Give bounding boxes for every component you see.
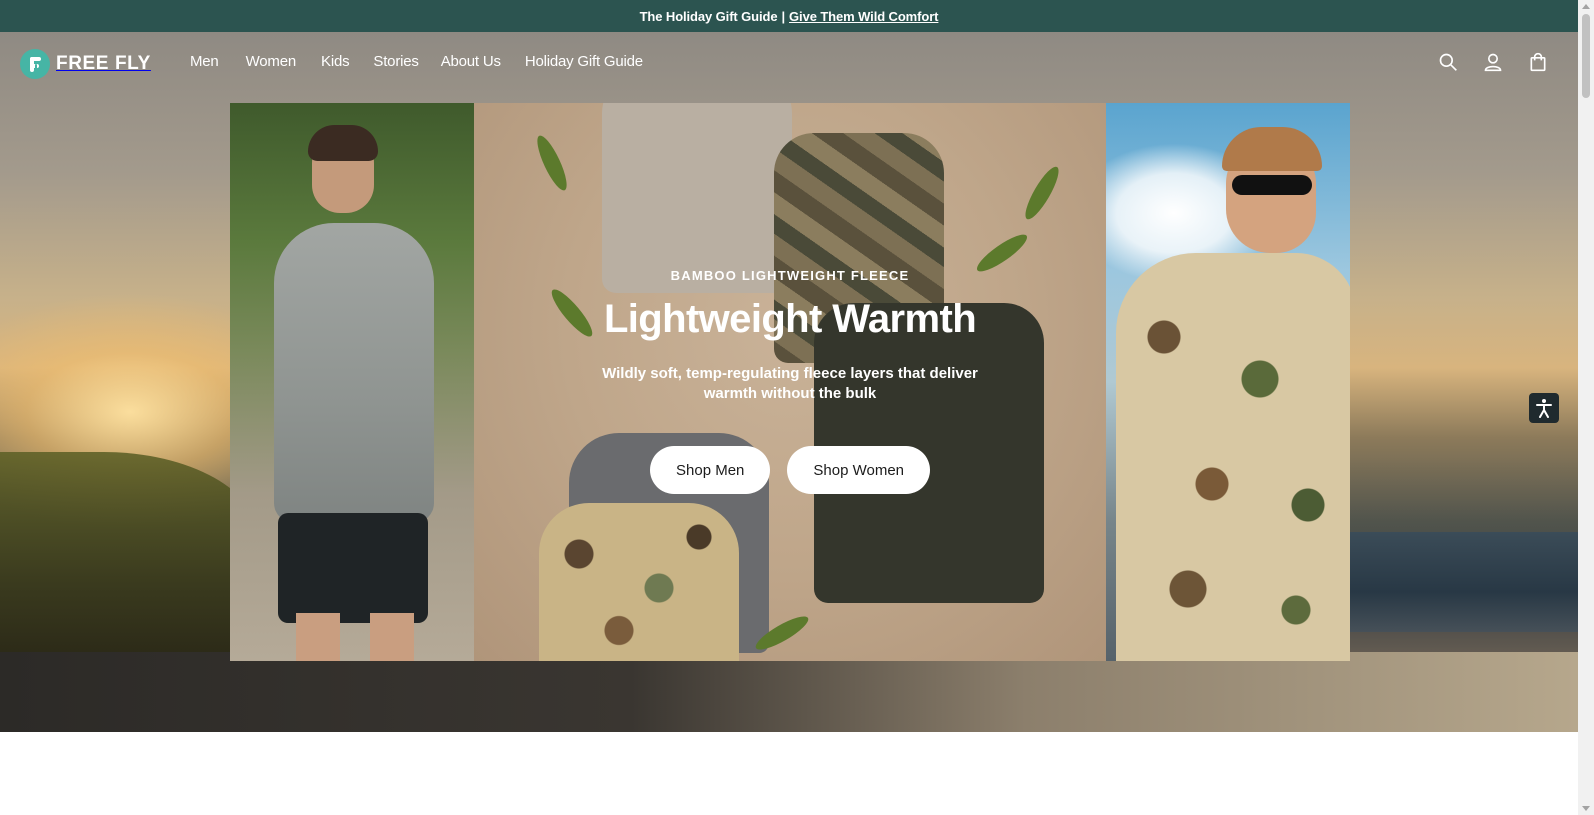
- nav-item-kids[interactable]: Kids: [321, 53, 350, 70]
- hero-sand: [0, 652, 1578, 732]
- logo-icon: [20, 49, 50, 79]
- announcement-separator: |: [781, 8, 786, 24]
- logo[interactable]: FREE FLY: [20, 49, 151, 79]
- scroll-down-icon[interactable]: [1582, 806, 1590, 811]
- site-header: FREE FLY Men Women Kids Stories About Us…: [0, 32, 1578, 94]
- hero-eyebrow: BAMBOO LIGHTWEIGHT FLEECE: [670, 268, 910, 283]
- hero-subtext: Wildly soft, temp-regulating fleece laye…: [602, 365, 978, 402]
- announcement-bar: The Holiday Gift Guide | Give Them Wild …: [0, 0, 1578, 32]
- announcement-text: The Holiday Gift Guide: [639, 8, 778, 24]
- nav-item-stories[interactable]: Stories: [373, 53, 418, 70]
- search-icon[interactable]: [1438, 51, 1458, 73]
- page-scrollbar[interactable]: [1578, 0, 1594, 815]
- hero-content: BAMBOO LIGHTWEIGHT FLEECE Lightweight Wa…: [474, 268, 1106, 494]
- announcement-link[interactable]: Give Them Wild Comfort: [789, 9, 938, 24]
- cart-icon[interactable]: [1528, 51, 1548, 73]
- accessibility-button[interactable]: [1529, 393, 1559, 423]
- main-nav: Men Women Kids Stories About Us Holiday …: [190, 53, 670, 70]
- hero-headline: Lightweight Warmth: [603, 297, 977, 341]
- nav-item-holiday-gift-guide[interactable]: Holiday Gift Guide: [525, 53, 643, 70]
- scroll-thumb[interactable]: [1582, 14, 1590, 98]
- hero-sea: [1318, 532, 1578, 632]
- shop-men-button[interactable]: Shop Men: [650, 446, 771, 494]
- header-actions: [1438, 51, 1548, 73]
- hero-image-man: [230, 103, 474, 661]
- account-icon[interactable]: [1483, 51, 1503, 73]
- hero-cta-row: Shop Men Shop Women: [474, 446, 1106, 494]
- nav-item-about-us[interactable]: About Us: [441, 53, 501, 70]
- shop-women-button[interactable]: Shop Women: [787, 446, 930, 494]
- nav-item-men[interactable]: Men: [190, 53, 219, 70]
- accessibility-icon: [1536, 399, 1552, 418]
- scroll-up-icon[interactable]: [1582, 4, 1590, 9]
- nav-item-women[interactable]: Women: [246, 53, 297, 70]
- hero-grass: [0, 452, 260, 672]
- logo-text: FREE FLY: [56, 53, 151, 74]
- hero-image-woman: [1106, 103, 1350, 661]
